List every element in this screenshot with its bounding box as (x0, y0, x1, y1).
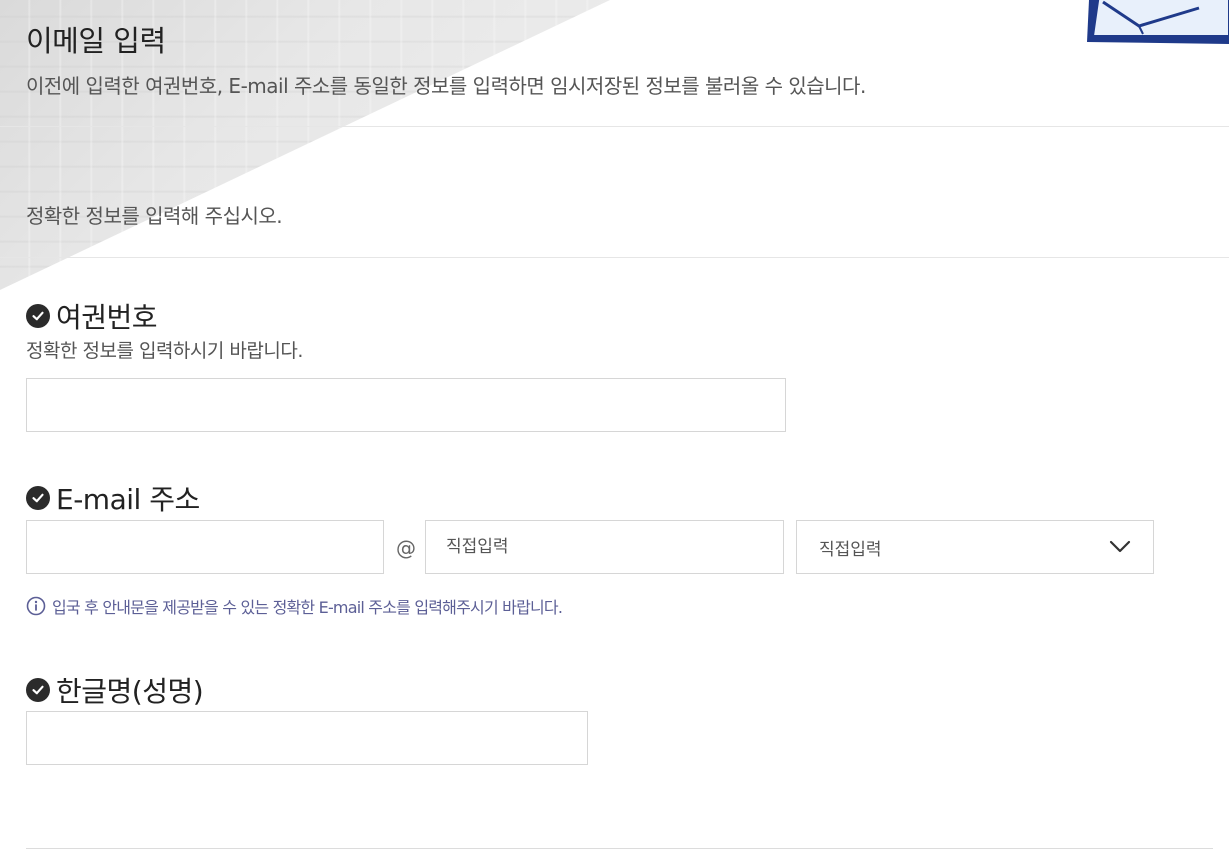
email-info-text: 입국 후 안내문을 제공받을 수 있는 정확한 E-mail 주소를 입력해주시… (52, 598, 563, 617)
check-circle-icon (26, 486, 50, 510)
passport-section-title: 여권번호 (26, 296, 158, 336)
notice-text: 정확한 정보를 입력해 주십시오. (26, 204, 283, 228)
email-domain-select-value: 직접입력 (819, 539, 882, 560)
bottom-divider (26, 848, 1213, 849)
passport-number-input[interactable] (26, 378, 786, 432)
passport-label: 여권번호 (56, 301, 158, 334)
passport-help-text: 정확한 정보를 입력하시기 바랍니다. (26, 340, 303, 362)
notice-divider (0, 257, 1229, 258)
chevron-down-icon (1109, 540, 1131, 553)
email-info-message: 입국 후 안내문을 제공받을 수 있는 정확한 E-mail 주소를 입력해주시… (26, 594, 563, 618)
korean-name-label: 한글명(성명) (56, 675, 204, 708)
email-domain-input[interactable] (425, 520, 784, 574)
check-circle-icon (26, 678, 50, 702)
page-description: 이전에 입력한 여권번호, E-mail 주소를 동일한 정보를 입력하면 임시… (26, 74, 866, 98)
header-divider (0, 126, 1229, 127)
page-header: 이메일 입력 이전에 입력한 여권번호, E-mail 주소를 동일한 정보를 … (26, 20, 1229, 106)
email-local-input[interactable] (26, 520, 384, 574)
at-sign: @ (396, 536, 416, 560)
korean-name-section-title: 한글명(성명) (26, 670, 204, 710)
korean-name-input[interactable] (26, 711, 588, 765)
info-circle-icon (26, 596, 46, 616)
page-title: 이메일 입력 (26, 24, 166, 58)
check-circle-icon (26, 304, 50, 328)
email-section-title: E-mail 주소 (26, 478, 200, 518)
email-domain-select[interactable]: 직접입력 (796, 520, 1154, 574)
email-label: E-mail 주소 (56, 483, 200, 516)
